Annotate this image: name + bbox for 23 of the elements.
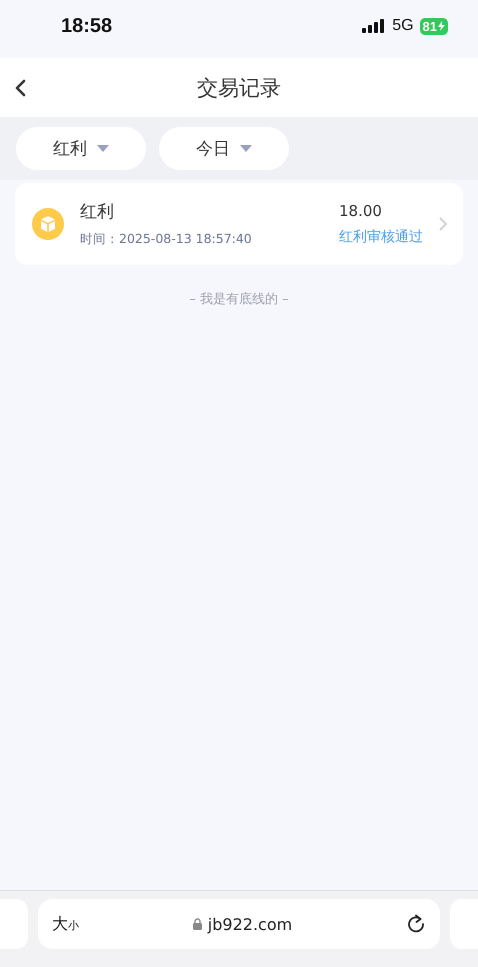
text-size-button[interactable]: 大小 <box>52 914 79 934</box>
record-title: 红利 <box>80 201 115 223</box>
address-bar[interactable]: 大小 jb922.com <box>38 899 440 949</box>
lock-icon <box>192 918 202 930</box>
box-icon <box>32 208 64 240</box>
network-label: 5G <box>392 17 414 35</box>
filter-dropdown[interactable]: 红利 <box>16 127 146 170</box>
battery-indicator: 81 <box>420 18 448 34</box>
caret-icon <box>240 144 252 152</box>
record-amount: 18.00 <box>339 202 383 220</box>
record-status: 红利审核通过 <box>339 228 423 246</box>
back-icon[interactable] <box>14 79 26 97</box>
page-title: 交易记录 <box>197 74 281 102</box>
caret-icon <box>97 144 109 152</box>
filter-dropdown[interactable]: 今日 <box>159 127 289 170</box>
record-time: 时间：2025-08-13 18:57:40 <box>80 231 253 248</box>
chevron-right-icon <box>439 217 447 231</box>
status-time: 18:58 <box>61 14 112 38</box>
record-card[interactable]: 红利 时间：2025-08-13 18:57:40 18.00 红利审核通过 <box>15 183 463 265</box>
end-of-list-text: – 我是有底线的 – <box>189 291 289 308</box>
reload-icon[interactable] <box>406 914 426 934</box>
signal-icon <box>362 19 386 33</box>
url-text: jb922.com <box>208 914 292 934</box>
